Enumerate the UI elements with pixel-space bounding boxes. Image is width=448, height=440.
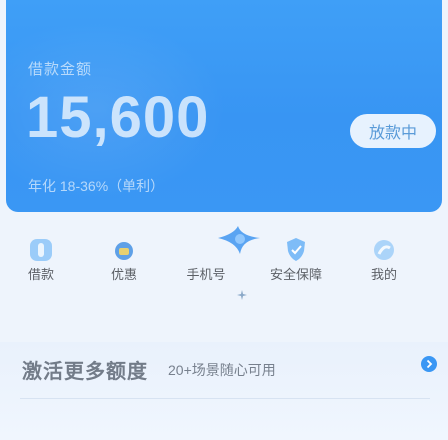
banner-title: 激活更多额度 (22, 361, 148, 383)
service-label-security: 安全保障 (269, 267, 322, 282)
credit-amount: 15,600 (26, 85, 210, 150)
profile-icon (374, 240, 394, 260)
service-label-borrow: 借款 (27, 267, 54, 282)
coupon-icon (115, 242, 133, 260)
divider (20, 398, 430, 399)
services-row: 借款 优惠 手机号 安全保障 我的 (0, 222, 448, 342)
sparkle-icon (218, 226, 260, 254)
amount-label: 借款金额 (28, 61, 93, 78)
shield-icon (287, 238, 305, 261)
service-borrow[interactable]: 借款 (1, 222, 81, 292)
service-profile[interactable]: 我的 (344, 222, 424, 292)
service-label-profile: 我的 (370, 267, 397, 282)
banner-subtitle: 20+场景随心可用 (168, 362, 276, 378)
borrow-icon (30, 239, 52, 261)
star-icon (237, 290, 247, 300)
service-label-phone: 手机号 (186, 267, 226, 282)
service-label-coupon: 优惠 (110, 267, 137, 282)
interest-rate-text: 年化 18-36%（单利） (28, 178, 165, 194)
credit-limit-card[interactable]: 借款金额 15,600 年化 18-36%（单利） 放款中 (6, 0, 442, 212)
service-coupon[interactable]: 优惠 (84, 222, 164, 292)
service-security[interactable]: 安全保障 (256, 222, 336, 292)
loan-status-button[interactable]: 放款中 (350, 114, 436, 148)
chevron-right-icon[interactable] (421, 356, 437, 372)
app-screen: 借款金额 15,600 年化 18-36%（单利） 放款中 借款 优惠 手机号 (0, 0, 448, 440)
